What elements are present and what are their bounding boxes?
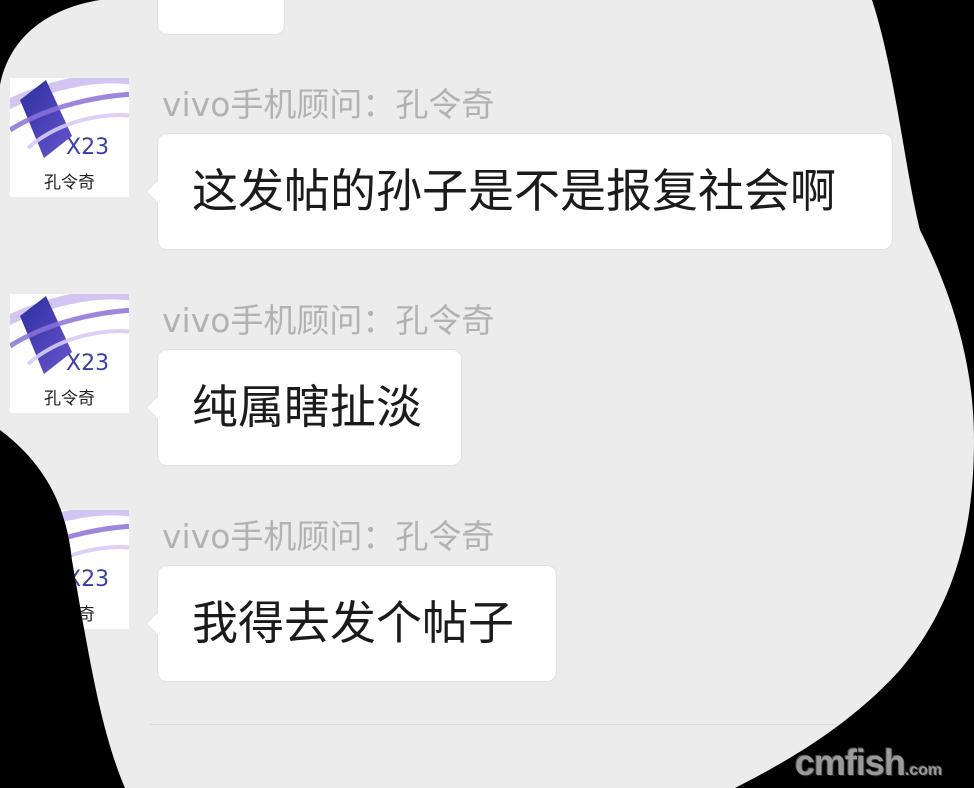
sender-name: vivo手机顾问：孔令奇 <box>162 517 495 556</box>
avatar-label: 孔令奇 <box>44 389 95 409</box>
avatar[interactable]: X23 孔令奇 <box>10 510 129 629</box>
avatar[interactable]: X23 孔令奇 <box>10 78 129 197</box>
chat-area[interactable]: X23 孔令奇 vivo手机顾问：孔令奇 这发帖的孙子是不是报复社会啊 X23 … <box>0 0 974 788</box>
message-bubble[interactable]: 我得去发个帖子 <box>157 565 557 682</box>
watermark-suffix: .com <box>905 762 943 779</box>
avatar-swirl <box>10 510 129 538</box>
message-bubble[interactable]: 这发帖的孙子是不是报复社会啊 <box>157 133 893 250</box>
avatar-phone-graphic <box>20 512 72 590</box>
watermark-brand: cmfish <box>795 742 906 783</box>
avatar-swirl <box>10 526 129 562</box>
input-divider <box>150 724 950 725</box>
message-text: 这发帖的孙子是不是报复社会啊 <box>192 164 836 218</box>
message-text: 我得去发个帖子 <box>192 596 514 650</box>
avatar-label: 孔令奇 <box>44 605 95 625</box>
avatar-badge: X23 <box>66 567 109 592</box>
message-text: 纯属瞎扯淡 <box>192 380 422 434</box>
avatar-image: X23 孔令奇 <box>10 294 129 413</box>
avatar-image: X23 孔令奇 <box>10 78 129 197</box>
screenshot-page: X23 孔令奇 vivo手机顾问：孔令奇 这发帖的孙子是不是报复社会啊 X23 … <box>0 0 974 788</box>
avatar-image: X23 孔令奇 <box>10 510 129 629</box>
previous-message-bubble[interactable] <box>157 0 285 35</box>
sender-name: vivo手机顾问：孔令奇 <box>162 301 495 340</box>
watermark: cmfish.com <box>795 742 942 784</box>
avatar[interactable]: X23 孔令奇 <box>10 294 129 413</box>
sender-name: vivo手机顾问：孔令奇 <box>162 85 495 124</box>
avatar-badge: X23 <box>66 351 109 376</box>
avatar-label: 孔令奇 <box>44 173 95 193</box>
message-bubble[interactable]: 纯属瞎扯淡 <box>157 349 462 466</box>
avatar-badge: X23 <box>66 135 109 160</box>
